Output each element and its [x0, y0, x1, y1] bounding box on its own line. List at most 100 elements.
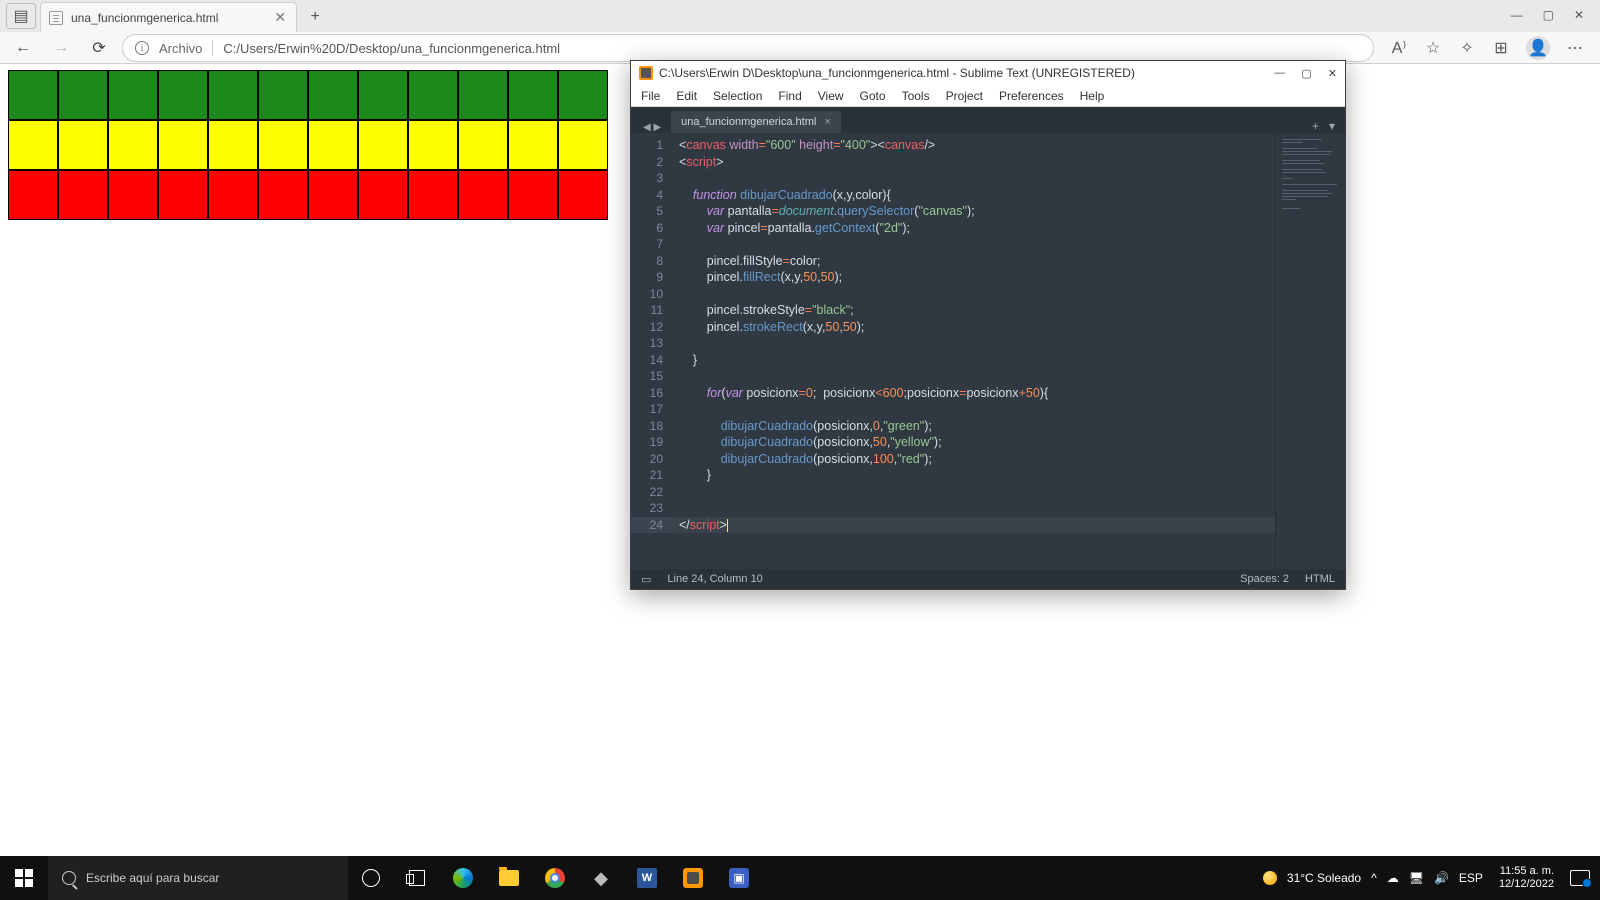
maximize-button[interactable]: ▢ — [1543, 8, 1554, 22]
toolbar-right: A⁾ ☆ ✧ ⊞ 👤 ⋯ — [1382, 36, 1592, 60]
menu-goto[interactable]: Goto — [860, 89, 886, 103]
status-syntax[interactable]: HTML — [1305, 573, 1335, 585]
read-aloud-icon[interactable]: A⁾ — [1390, 39, 1408, 57]
menu-file[interactable]: File — [641, 89, 660, 103]
line-number: 8 — [631, 253, 663, 270]
sublime-icon[interactable] — [670, 856, 716, 900]
file-explorer-icon[interactable] — [486, 856, 532, 900]
close-button[interactable]: ✕ — [1574, 8, 1584, 22]
line-number: 13 — [631, 335, 663, 352]
sublime-minimize-button[interactable]: — — [1274, 67, 1285, 79]
code-line: for(var posicionx=0; posicionx<600;posic… — [679, 385, 1275, 402]
line-number: 4 — [631, 187, 663, 204]
sublime-logo-icon — [639, 66, 653, 80]
code-area[interactable]: <canvas width="600" height="400"><canvas… — [671, 133, 1275, 569]
profile-avatar[interactable]: 👤 — [1526, 36, 1550, 60]
sublime-window[interactable]: C:\Users\Erwin D\Desktop\una_funcionmgen… — [630, 60, 1346, 590]
ime-indicator[interactable]: ESP — [1459, 871, 1483, 885]
sublime-tab[interactable]: una_funcionmgenerica.html × — [671, 111, 841, 133]
collections-icon[interactable]: ⊞ — [1492, 39, 1510, 57]
word-icon[interactable]: W — [624, 856, 670, 900]
canvas-square — [108, 120, 158, 170]
edge-icon[interactable] — [440, 856, 486, 900]
menu-project[interactable]: Project — [946, 89, 983, 103]
anydesk-icon[interactable]: ▣ — [716, 856, 762, 900]
sublime-statusbar: ▭ Line 24, Column 10 Spaces: 2 HTML — [631, 569, 1345, 589]
canvas-square — [108, 70, 158, 120]
tab-close-button[interactable]: ✕ — [274, 9, 286, 26]
menu-icon[interactable]: ⋯ — [1566, 39, 1584, 57]
canvas-square — [508, 120, 558, 170]
canvas-square — [58, 170, 108, 220]
tray-chevron-icon[interactable]: ^ — [1371, 871, 1377, 885]
minimap[interactable] — [1275, 133, 1345, 569]
canvas-square — [558, 170, 608, 220]
menu-edit[interactable]: Edit — [676, 89, 697, 103]
network-icon[interactable]: 🖥 — [1409, 871, 1424, 885]
site-info-icon[interactable]: i — [135, 41, 149, 55]
taskbar-apps: ◆ W ▣ — [348, 856, 762, 900]
sublime-tab-close[interactable]: × — [824, 116, 830, 128]
onedrive-icon[interactable]: ☁ — [1387, 871, 1399, 885]
sublime-tab-nav[interactable]: ◀ ▶ — [637, 122, 667, 133]
sublime-maximize-button[interactable]: ▢ — [1301, 67, 1311, 80]
new-tab-button[interactable]: + — [303, 5, 327, 29]
line-number: 10 — [631, 286, 663, 303]
sublime-tabbar: ◀ ▶ una_funcionmgenerica.html × + ▾ — [631, 107, 1345, 133]
url-text: C:/Users/Erwin%20D/Desktop/una_funcionmg… — [223, 41, 1361, 56]
menu-preferences[interactable]: Preferences — [999, 89, 1064, 103]
sublime-titlebar[interactable]: C:\Users\Erwin D\Desktop\una_funcionmgen… — [631, 61, 1345, 85]
menu-view[interactable]: View — [818, 89, 844, 103]
line-number: 19 — [631, 434, 663, 451]
app-icon[interactable]: ◆ — [578, 856, 624, 900]
code-line — [679, 368, 1275, 385]
weather-text[interactable]: 31°C Soleado — [1287, 871, 1361, 885]
canvas-row — [8, 120, 608, 170]
clock[interactable]: 11:55 a. m. 12/12/2022 — [1493, 865, 1560, 891]
action-center-icon[interactable] — [1570, 870, 1590, 886]
canvas-square — [358, 70, 408, 120]
taskbar-tray: 31°C Soleado ^ ☁ 🖥 🔊 ESP 11:55 a. m. 12/… — [1263, 865, 1600, 891]
taskbar-search[interactable]: Escribe aquí para buscar — [48, 856, 348, 900]
browser-tab[interactable]: una_funcionmgenerica.html ✕ — [40, 2, 297, 32]
menu-find[interactable]: Find — [778, 89, 801, 103]
canvas-square — [508, 70, 558, 120]
cortana-icon[interactable] — [348, 856, 394, 900]
line-number: 17 — [631, 401, 663, 418]
start-button[interactable] — [0, 856, 48, 900]
status-indent[interactable]: Spaces: 2 — [1240, 573, 1289, 585]
canvas-square — [208, 170, 258, 220]
sublime-tab-menu-button[interactable]: ▾ — [1329, 119, 1335, 133]
reload-button[interactable]: ⟳ — [84, 33, 114, 63]
canvas-square — [408, 170, 458, 220]
code-line — [679, 401, 1275, 418]
line-number: 15 — [631, 368, 663, 385]
forward-button[interactable]: → — [46, 33, 76, 63]
menu-help[interactable]: Help — [1080, 89, 1105, 103]
favorite-icon[interactable]: ☆ — [1424, 39, 1442, 57]
back-button[interactable]: ← — [8, 33, 38, 63]
code-line: } — [679, 352, 1275, 369]
canvas-square — [308, 170, 358, 220]
canvas-square — [258, 70, 308, 120]
task-view-icon[interactable] — [394, 856, 440, 900]
menu-tools[interactable]: Tools — [902, 89, 930, 103]
status-panel-toggle[interactable]: ▭ — [641, 573, 651, 586]
code-line: function dibujarCuadrado(x,y,color){ — [679, 187, 1275, 204]
canvas-square — [158, 120, 208, 170]
sublime-menubar: File Edit Selection Find View Goto Tools Projec… — [631, 85, 1345, 107]
menu-selection[interactable]: Selection — [713, 89, 762, 103]
minimize-button[interactable]: — — [1511, 8, 1523, 22]
address-bar[interactable]: i Archivo C:/Users/Erwin%20D/Desktop/una… — [122, 34, 1374, 62]
weather-icon — [1263, 871, 1277, 885]
sublime-editor[interactable]: 123456789101112131415161718192021222324 … — [631, 133, 1345, 569]
canvas-row — [8, 70, 608, 120]
canvas-square — [8, 70, 58, 120]
tab-actions-button[interactable]: ▤ — [6, 3, 36, 29]
volume-icon[interactable]: 🔊 — [1434, 871, 1449, 885]
chrome-icon[interactable] — [532, 856, 578, 900]
sublime-close-button[interactable]: ✕ — [1328, 67, 1337, 80]
sublime-newtab-button[interactable]: + — [1312, 119, 1319, 133]
favorites-bar-icon[interactable]: ✧ — [1458, 39, 1476, 57]
status-position: Line 24, Column 10 — [667, 573, 762, 585]
